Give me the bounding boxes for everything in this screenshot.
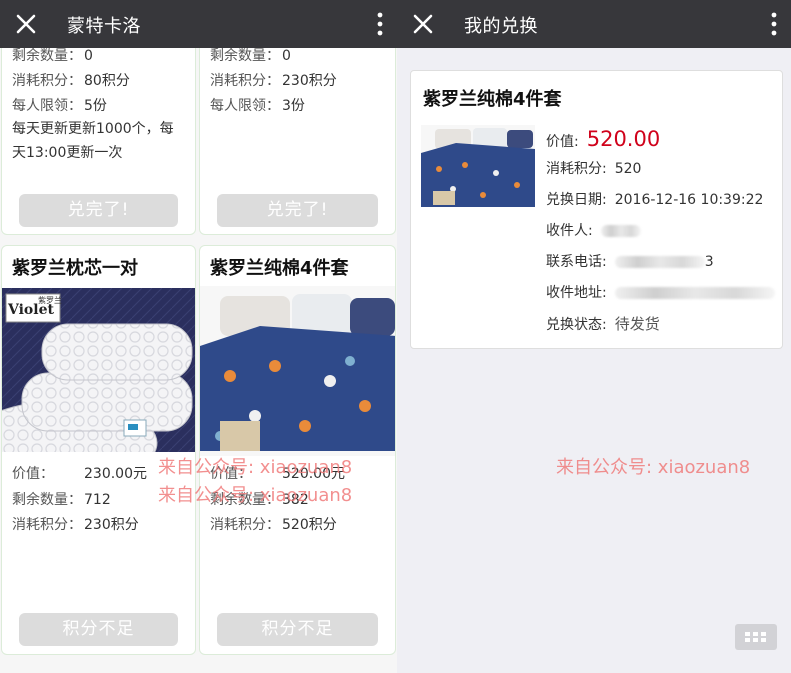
- points-mall-screen: 剩余数量： 0 消耗积分： 80积分 每人限领： 5份 每天更新更新1000个，每天1…: [0, 0, 397, 673]
- address-row: 收件地址:: [546, 282, 775, 302]
- sold-out-button[interactable]: 兑完了!: [19, 194, 178, 227]
- product-card-top-right: 剩余数量： 0 消耗积分： 230积分 每人限领： 3份 兑完了!: [199, 20, 396, 235]
- watermark: 来自公众号: xiaozuan8: [158, 457, 353, 478]
- status-row: 兑换状态: 待发货: [546, 315, 660, 333]
- exchange-order-card[interactable]: 紫罗兰纯棉4件套 价值: 520.00 消耗积分: 520 兑换日期: 2016-12…: [410, 70, 783, 349]
- watermark: 来自公众号: xiaozuan8: [158, 485, 353, 506]
- blurred-phone: [614, 256, 705, 268]
- more-icon[interactable]: [377, 12, 383, 36]
- watermark: 来自公众号: xiaozuan8: [556, 457, 751, 478]
- insufficient-points-button[interactable]: 积分不足: [217, 613, 378, 646]
- order-product-image: [421, 125, 535, 207]
- recipient-row: 收件人:: [546, 220, 641, 240]
- remaining-row: 剩余数量： 0: [210, 48, 291, 64]
- points-row: 消耗积分: 520: [546, 161, 642, 177]
- keyboard-grid-icon[interactable]: [735, 624, 777, 650]
- remaining-row: 剩余数量： 0: [12, 48, 93, 64]
- sold-out-button[interactable]: 兑完了!: [217, 194, 378, 227]
- date-row: 兑换日期: 2016-12-16 10:39:22: [546, 192, 764, 208]
- points-row: 消耗积分： 230积分: [12, 517, 139, 533]
- my-exchange-screen: 我的兑换 紫罗兰纯棉4件套 价值: 520.00 消耗积分: 520 兑换日期:…: [397, 0, 791, 673]
- limit-row: 每人限领： 5份: [12, 98, 107, 114]
- blurred-address: [614, 287, 775, 299]
- insufficient-points-button[interactable]: 积分不足: [19, 613, 178, 646]
- page-title: 蒙特卡洛: [67, 16, 141, 37]
- order-price: 520.00: [586, 127, 661, 151]
- more-icon[interactable]: [771, 12, 777, 36]
- points-row: 消耗积分： 520积分: [210, 517, 337, 533]
- top-bar: 蒙特卡洛: [0, 0, 397, 48]
- product-title: 紫罗兰枕芯一对: [12, 258, 138, 279]
- order-product-title: 紫罗兰纯棉4件套: [423, 89, 562, 110]
- phone-row: 联系电话: 3: [546, 254, 714, 270]
- page-title: 我的兑换: [464, 16, 538, 37]
- remaining-row: 剩余数量： 712: [12, 492, 111, 508]
- bedding-image: [200, 286, 395, 456]
- close-icon[interactable]: [12, 10, 40, 38]
- violet-logo-cn: 紫罗兰: [38, 296, 62, 305]
- price-row: 价值: 520.00: [546, 127, 661, 151]
- top-bar: 我的兑换: [397, 0, 791, 48]
- update-note: 每天更新更新1000个，每天13:00更新一次: [12, 121, 174, 161]
- limit-row: 每人限领： 3份: [210, 98, 305, 114]
- order-status: 待发货: [614, 315, 660, 333]
- product-card-bedding[interactable]: 紫罗兰纯棉4件套 价值： 520.00元 剩余数量： 382 消耗积分： 520积分 …: [199, 245, 396, 655]
- pillow-image: Violet 紫罗兰: [2, 288, 195, 452]
- blurred-recipient: [600, 225, 641, 237]
- price-row: 价值： 230.00元: [12, 466, 147, 482]
- points-row: 消耗积分： 230积分: [210, 73, 337, 89]
- product-title: 紫罗兰纯棉4件套: [210, 258, 349, 279]
- product-card-top-left: 剩余数量： 0 消耗积分： 80积分 每人限领： 5份 每天更新更新1000个，每天1…: [1, 20, 196, 235]
- product-card-pillow[interactable]: 紫罗兰枕芯一对 Violet 紫罗兰 价值： 230.00元 剩余数量： 712…: [1, 245, 196, 655]
- points-row: 消耗积分： 80积分: [12, 73, 130, 89]
- close-icon[interactable]: [409, 10, 437, 38]
